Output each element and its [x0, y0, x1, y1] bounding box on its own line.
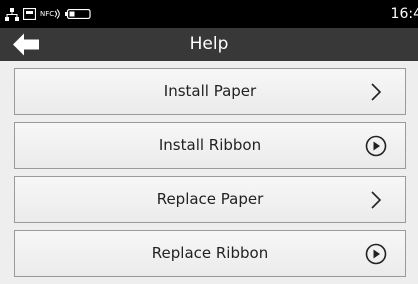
menu-item-label: Replace Paper: [156, 190, 264, 208]
menu-item-label: Install Ribbon: [158, 136, 262, 154]
menu-item-replace-ribbon[interactable]: Replace Ribbon: [14, 230, 406, 277]
title-bar: Help: [0, 28, 418, 61]
card-icon: [23, 8, 36, 20]
chevron-right-icon: [365, 189, 387, 211]
chevron-right-icon: [365, 81, 387, 103]
menu-item-label: Replace Ribbon: [151, 244, 269, 262]
play-circle-icon: [365, 243, 387, 265]
menu-item-label: Install Paper: [163, 82, 257, 100]
nfc-label: NFC: [40, 9, 55, 18]
status-icons: NFC: [5, 6, 91, 22]
battery-icon: [65, 9, 91, 19]
menu-item-replace-paper[interactable]: Replace Paper: [14, 176, 406, 223]
play-circle-icon: [365, 135, 387, 157]
nfc-icon: NFC: [40, 9, 61, 19]
status-time: 16:4: [390, 6, 418, 22]
status-bar: NFC 16:4: [0, 0, 418, 28]
page-title: Help: [189, 34, 229, 54]
help-menu: Install Paper Install Ribbon Replace Pap…: [14, 68, 406, 284]
menu-item-install-ribbon[interactable]: Install Ribbon: [14, 122, 406, 169]
menu-item-install-paper[interactable]: Install Paper: [14, 68, 406, 115]
network-icon: [5, 7, 19, 21]
